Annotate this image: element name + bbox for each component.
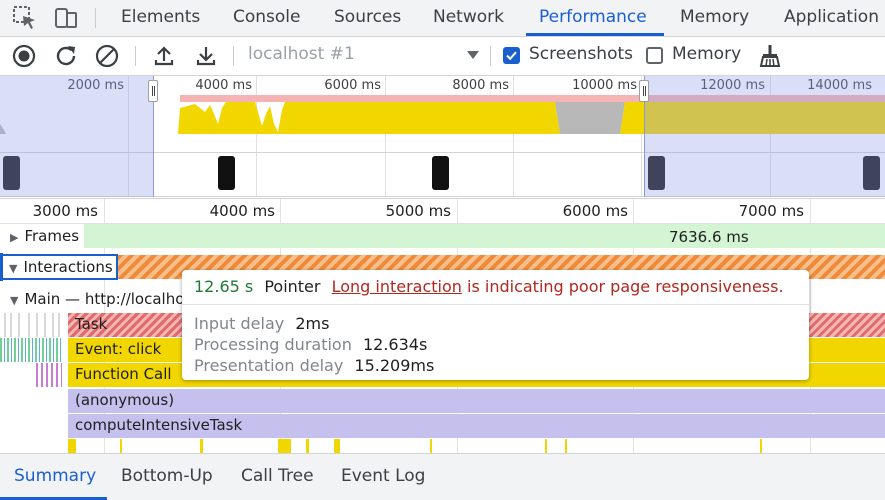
tab-application[interactable]: Application xyxy=(784,0,879,36)
chevron-down-icon[interactable] xyxy=(467,51,479,59)
overview-unselected-left xyxy=(0,76,153,197)
frames-track-label: Frames xyxy=(24,227,80,245)
active-tab-indicator xyxy=(526,33,664,36)
tab-separator xyxy=(95,8,96,28)
frames-track-header[interactable]: ▶ Frames xyxy=(10,227,79,245)
long-interaction-link[interactable]: Long interaction xyxy=(332,277,462,296)
overview-tick: 4000 ms xyxy=(195,78,252,93)
tab-summary[interactable]: Summary xyxy=(14,454,96,498)
tab-performance[interactable]: Performance xyxy=(539,0,647,36)
timeline-overview[interactable]: 2000 ms 4000 ms 6000 ms 8000 ms 10000 ms… xyxy=(0,76,885,197)
screenshots-label: Screenshots xyxy=(529,44,634,64)
screenshots-checkbox[interactable] xyxy=(503,47,520,64)
presentation-delay-value: 15.209ms xyxy=(354,356,435,375)
flame-bar-compute-intensive-task[interactable]: computeIntensiveTask xyxy=(68,414,885,438)
toolbar-separator xyxy=(135,46,136,66)
device-toolbar-icon[interactable] xyxy=(52,4,80,32)
tab-sources[interactable]: Sources xyxy=(334,0,401,36)
inspect-element-icon[interactable] xyxy=(11,4,39,32)
ruler-tick: 3000 ms xyxy=(32,202,98,220)
clear-icon[interactable] xyxy=(93,42,121,70)
devtools-tab-bar: Elements Console Sources Network Perform… xyxy=(0,0,885,37)
screenshot-thumbnail[interactable] xyxy=(218,156,235,190)
overview-tick: 10000 ms xyxy=(572,78,637,93)
collapse-arrow-icon[interactable]: ▼ xyxy=(9,262,17,275)
processing-duration-value: 12.634s xyxy=(362,335,428,354)
tab-console[interactable]: Console xyxy=(233,0,301,36)
memory-label: Memory xyxy=(672,44,742,64)
processing-duration-label: Processing duration xyxy=(194,335,352,354)
tab-elements[interactable]: Elements xyxy=(121,0,200,36)
interaction-tooltip: 12.65 s Pointer Long interaction is indi… xyxy=(182,270,809,380)
target-select[interactable]: localhost #1 xyxy=(248,44,355,64)
input-delay-label: Input delay xyxy=(194,314,285,333)
main-track-header[interactable]: ▼ Main — http://localho xyxy=(10,290,184,308)
input-delay-value: 2ms xyxy=(295,314,330,333)
activity-sliver xyxy=(44,313,46,337)
activity-sliver xyxy=(52,313,54,337)
upload-icon[interactable] xyxy=(150,42,178,70)
collapse-arrow-icon[interactable]: ▼ xyxy=(10,294,18,307)
tab-network[interactable]: Network xyxy=(433,0,504,36)
record-icon[interactable] xyxy=(10,42,38,70)
tooltip-type: Pointer xyxy=(264,277,321,296)
activity-sliver xyxy=(18,313,20,337)
toolbar-separator xyxy=(233,46,234,66)
interactions-track-label: Interactions xyxy=(23,258,113,276)
screenshot-thumbnail[interactable] xyxy=(432,156,449,190)
overview-tick: 8000 ms xyxy=(452,78,509,93)
activity-sliver xyxy=(4,313,6,337)
selection-handle-left[interactable] xyxy=(148,80,158,102)
download-icon[interactable] xyxy=(192,42,220,70)
activity-sliver xyxy=(36,313,38,337)
ruler-tick: 4000 ms xyxy=(209,202,275,220)
event-slivers xyxy=(0,338,62,362)
flame-bar-anonymous[interactable]: (anonymous) xyxy=(68,389,885,413)
input-delay-row: Input delay 2ms xyxy=(194,314,329,333)
tooltip-time: 12.65 s xyxy=(194,277,254,296)
child-call-sliver xyxy=(200,439,203,453)
child-call-sliver xyxy=(545,439,547,453)
tab-memory[interactable]: Memory xyxy=(680,0,749,36)
activity-sliver xyxy=(28,313,30,337)
ruler-tick: 5000 ms xyxy=(385,202,451,220)
expand-arrow-icon[interactable]: ▶ xyxy=(10,231,18,244)
tooltip-header: 12.65 s Pointer Long interaction is indi… xyxy=(194,277,784,296)
child-call-sliver xyxy=(565,439,567,453)
toolbar-separator xyxy=(490,46,491,66)
details-tab-bar: Summary Bottom-Up Call Tree Event Log xyxy=(0,453,885,500)
presentation-delay-label: Presentation delay xyxy=(194,356,344,375)
tooltip-message: is indicating poor page responsiveness. xyxy=(461,277,784,296)
processing-duration-row: Processing duration 12.634s xyxy=(194,335,427,354)
main-track-label: Main — http://localho xyxy=(24,290,185,308)
function-slivers xyxy=(36,363,62,387)
activity-sliver xyxy=(58,313,60,337)
reload-icon[interactable] xyxy=(52,42,80,70)
broom-icon[interactable] xyxy=(756,42,784,70)
performance-toolbar: localhost #1 Screenshots Memory xyxy=(0,37,885,76)
frame-bar[interactable] xyxy=(84,224,885,248)
presentation-delay-row: Presentation delay 15.209ms xyxy=(194,356,434,375)
timeline-ruler: 3000 ms 4000 ms 5000 ms 6000 ms 7000 ms xyxy=(0,198,885,224)
overview-tick: 6000 ms xyxy=(324,78,381,93)
memory-checkbox[interactable] xyxy=(646,47,663,64)
tab-bottom-up[interactable]: Bottom-Up xyxy=(121,454,213,498)
tooltip-divider xyxy=(182,304,809,305)
ruler-tick: 6000 ms xyxy=(562,202,628,220)
selection-handle-right[interactable] xyxy=(639,80,649,102)
frame-duration: 7636.6 ms xyxy=(669,228,749,246)
tab-event-log[interactable]: Event Log xyxy=(341,454,425,498)
child-call-sliver xyxy=(760,439,762,453)
tab-call-tree[interactable]: Call Tree xyxy=(241,454,314,498)
child-call-sliver xyxy=(120,439,122,453)
interactions-track-header[interactable]: ▼ Interactions xyxy=(9,258,113,276)
overview-unselected-right xyxy=(644,76,885,197)
child-call-sliver xyxy=(278,439,291,453)
ruler-tick: 7000 ms xyxy=(738,202,804,220)
child-call-sliver xyxy=(430,439,432,453)
activity-sliver xyxy=(10,313,12,337)
child-call-sliver xyxy=(334,439,340,453)
child-call-sliver xyxy=(68,439,76,453)
child-call-sliver xyxy=(306,439,309,453)
